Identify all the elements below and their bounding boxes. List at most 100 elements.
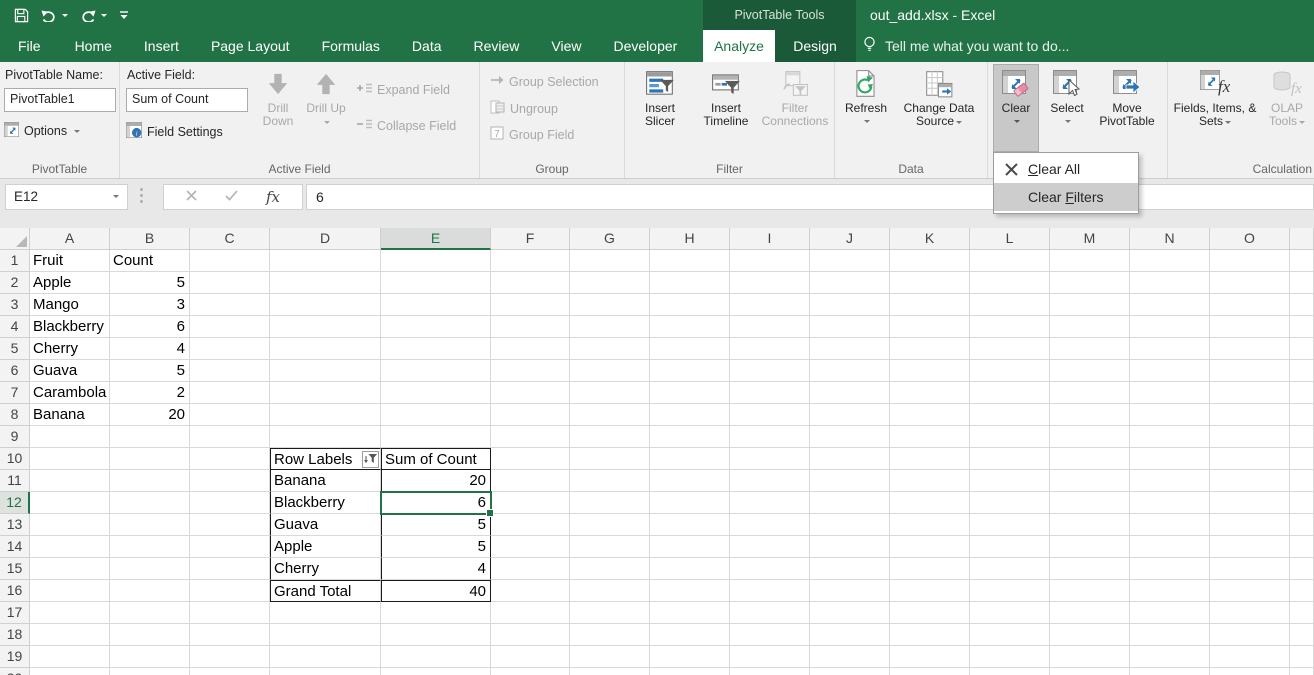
cell-C5[interactable]: [190, 338, 270, 360]
cell-J20[interactable]: [810, 668, 890, 675]
name-box[interactable]: E12: [5, 184, 128, 210]
cell-D12[interactable]: Blackberry: [270, 492, 381, 514]
cell-N4[interactable]: [1130, 316, 1210, 338]
formula-bar-resizer[interactable]: [140, 188, 143, 203]
redo-button[interactable]: [80, 8, 107, 22]
cell-C17[interactable]: [190, 602, 270, 624]
cell-O20[interactable]: [1210, 668, 1290, 675]
cell-H5[interactable]: [650, 338, 730, 360]
cell-D5[interactable]: [270, 338, 381, 360]
drill-up-button[interactable]: Drill Up: [304, 64, 348, 152]
cell-C1[interactable]: [190, 250, 270, 272]
cell-M7[interactable]: [1050, 382, 1130, 404]
cell-I5[interactable]: [730, 338, 810, 360]
tab-home[interactable]: Home: [59, 30, 128, 62]
cell-N16[interactable]: [1130, 580, 1210, 602]
cell-N13[interactable]: [1130, 514, 1210, 536]
tab-insert[interactable]: Insert: [128, 30, 195, 62]
cell-M12[interactable]: [1050, 492, 1130, 514]
column-header-K[interactable]: K: [890, 228, 970, 250]
tab-data[interactable]: Data: [396, 30, 458, 62]
cell-H2[interactable]: [650, 272, 730, 294]
cell-K7[interactable]: [890, 382, 970, 404]
cell-O6[interactable]: [1210, 360, 1290, 382]
cell-J15[interactable]: [810, 558, 890, 580]
select-all-corner[interactable]: [0, 228, 30, 250]
tab-file[interactable]: File: [0, 30, 59, 62]
row-header-14[interactable]: 14: [0, 536, 30, 558]
cell-K16[interactable]: [890, 580, 970, 602]
cell-G14[interactable]: [570, 536, 650, 558]
collapse-field-button[interactable]: Collapse Field: [356, 118, 456, 133]
cell-M19[interactable]: [1050, 646, 1130, 668]
cell-M10[interactable]: [1050, 448, 1130, 470]
cell-K15[interactable]: [890, 558, 970, 580]
cell-G13[interactable]: [570, 514, 650, 536]
cell-N19[interactable]: [1130, 646, 1210, 668]
cell-partial[interactable]: [1290, 316, 1314, 338]
cell-C15[interactable]: [190, 558, 270, 580]
menu-item-clear-all[interactable]: Clear All: [994, 155, 1138, 183]
undo-button[interactable]: [41, 8, 68, 22]
cell-O8[interactable]: [1210, 404, 1290, 426]
cell-O19[interactable]: [1210, 646, 1290, 668]
cell-E17[interactable]: [381, 602, 491, 624]
cell-D11[interactable]: Banana: [270, 470, 381, 492]
cell-G11[interactable]: [570, 470, 650, 492]
cell-F6[interactable]: [491, 360, 570, 382]
cell-J18[interactable]: [810, 624, 890, 646]
cell-G16[interactable]: [570, 580, 650, 602]
cell-A15[interactable]: [30, 558, 110, 580]
expand-field-button[interactable]: Expand Field: [356, 82, 450, 97]
cell-I7[interactable]: [730, 382, 810, 404]
cell-E12[interactable]: 6: [381, 492, 491, 514]
row-header-1[interactable]: 1: [0, 250, 30, 272]
column-header-L[interactable]: L: [970, 228, 1050, 250]
cell-A7[interactable]: Carambola: [30, 382, 110, 404]
cell-I20[interactable]: [730, 668, 810, 675]
cell-M13[interactable]: [1050, 514, 1130, 536]
cell-H20[interactable]: [650, 668, 730, 675]
cell-L19[interactable]: [970, 646, 1050, 668]
cell-E11[interactable]: 20: [381, 470, 491, 492]
cell-E15[interactable]: 4: [381, 558, 491, 580]
column-header-A[interactable]: A: [30, 228, 110, 250]
cell-O10[interactable]: [1210, 448, 1290, 470]
cell-O7[interactable]: [1210, 382, 1290, 404]
cell-L15[interactable]: [970, 558, 1050, 580]
cell-F3[interactable]: [491, 294, 570, 316]
cell-G12[interactable]: [570, 492, 650, 514]
cell-B5[interactable]: 4: [110, 338, 190, 360]
cell-F13[interactable]: [491, 514, 570, 536]
cell-O14[interactable]: [1210, 536, 1290, 558]
cell-K11[interactable]: [890, 470, 970, 492]
cell-E20[interactable]: [381, 668, 491, 675]
cell-H15[interactable]: [650, 558, 730, 580]
cell-D18[interactable]: [270, 624, 381, 646]
cell-K10[interactable]: [890, 448, 970, 470]
cell-B1[interactable]: Count: [110, 250, 190, 272]
row-header-6[interactable]: 6: [0, 360, 30, 382]
cell-D3[interactable]: [270, 294, 381, 316]
cell-E13[interactable]: 5: [381, 514, 491, 536]
insert-timeline-button[interactable]: Insert Timeline: [693, 64, 759, 152]
cell-D9[interactable]: [270, 426, 381, 448]
tab-review[interactable]: Review: [458, 30, 536, 62]
cell-partial[interactable]: [1290, 668, 1314, 675]
cell-D1[interactable]: [270, 250, 381, 272]
cell-J7[interactable]: [810, 382, 890, 404]
column-header-partial[interactable]: [1290, 228, 1314, 250]
cell-N10[interactable]: [1130, 448, 1210, 470]
cell-H3[interactable]: [650, 294, 730, 316]
insert-slicer-button[interactable]: Insert Slicer: [631, 64, 689, 152]
cell-N6[interactable]: [1130, 360, 1210, 382]
cell-B15[interactable]: [110, 558, 190, 580]
cell-F14[interactable]: [491, 536, 570, 558]
clear-button[interactable]: Clear: [993, 64, 1039, 152]
cell-N15[interactable]: [1130, 558, 1210, 580]
row-header-12[interactable]: 12: [0, 492, 30, 514]
row-header-8[interactable]: 8: [0, 404, 30, 426]
cell-K19[interactable]: [890, 646, 970, 668]
cell-M6[interactable]: [1050, 360, 1130, 382]
cell-N18[interactable]: [1130, 624, 1210, 646]
